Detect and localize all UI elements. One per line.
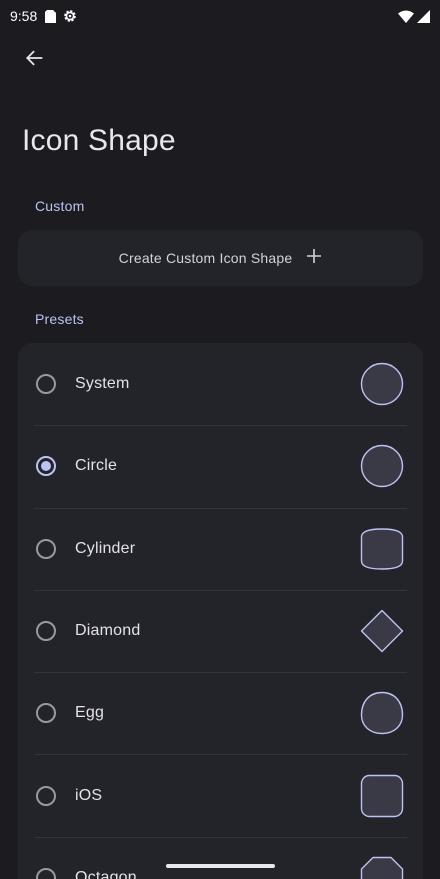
- create-custom-shape-label: Create Custom Icon Shape: [118, 250, 293, 266]
- preset-row-diamond[interactable]: Diamond: [18, 589, 423, 672]
- preset-label-cylinder: Cylinder: [75, 539, 136, 557]
- radio-cylinder[interactable]: [36, 538, 56, 559]
- preset-row-system[interactable]: System: [18, 343, 423, 425]
- preset-row-octagon[interactable]: Octagon: [18, 836, 423, 879]
- circle-shape-icon: [360, 362, 404, 406]
- preset-label-circle: Circle: [75, 457, 118, 475]
- preset-row-circle[interactable]: Circle: [18, 425, 423, 507]
- circle-shape-icon: [360, 445, 404, 488]
- page-title: Icon Shape: [22, 124, 176, 157]
- status-right: [397, 9, 430, 23]
- radio-diamond[interactable]: [36, 621, 56, 642]
- back-button[interactable]: [18, 44, 50, 76]
- preset-row-egg[interactable]: Egg: [18, 672, 423, 754]
- arrow-left-icon: [25, 49, 43, 72]
- radio-circle-selected[interactable]: [36, 456, 56, 477]
- create-custom-shape-button[interactable]: Create Custom Icon Shape: [18, 230, 423, 286]
- wifi-icon: [397, 9, 414, 23]
- octagon-shape-icon: [360, 856, 404, 879]
- radio-ios[interactable]: [36, 785, 56, 806]
- status-bar: 9:58: [0, 0, 440, 32]
- status-left: 9:58: [10, 8, 77, 24]
- preset-row-cylinder[interactable]: Cylinder: [18, 507, 423, 590]
- preset-label-egg: Egg: [75, 704, 105, 722]
- preset-label-diamond: Diamond: [75, 622, 141, 640]
- home-indicator[interactable]: [166, 864, 275, 868]
- radio-egg[interactable]: [36, 703, 56, 724]
- preset-label-ios: iOS: [75, 786, 103, 804]
- plus-icon: [306, 248, 322, 269]
- preset-label-octagon: Octagon: [75, 868, 137, 879]
- preset-row-ios[interactable]: iOS: [18, 754, 423, 836]
- presets-section-label: Presets: [35, 311, 84, 327]
- presets-list: System Circle Cylinder Diamond Egg iOS O…: [18, 343, 423, 879]
- egg-shape-icon: [360, 692, 404, 735]
- settings-gear-icon: [63, 9, 77, 23]
- radio-system[interactable]: [36, 374, 56, 395]
- status-time: 9:58: [10, 8, 38, 24]
- cellular-signal-icon: [416, 9, 430, 23]
- cylinder-shape-icon: [360, 528, 404, 570]
- preset-label-system: System: [75, 375, 130, 393]
- squircle-shape-icon: [360, 774, 404, 817]
- custom-section-label: Custom: [35, 198, 85, 214]
- radio-octagon[interactable]: [36, 867, 56, 879]
- sim-card-icon: [43, 9, 57, 23]
- icon-shape-screen: 9:58 Icon Shape Custom Create Custom Ico…: [0, 0, 440, 879]
- diamond-shape-icon: [360, 609, 404, 653]
